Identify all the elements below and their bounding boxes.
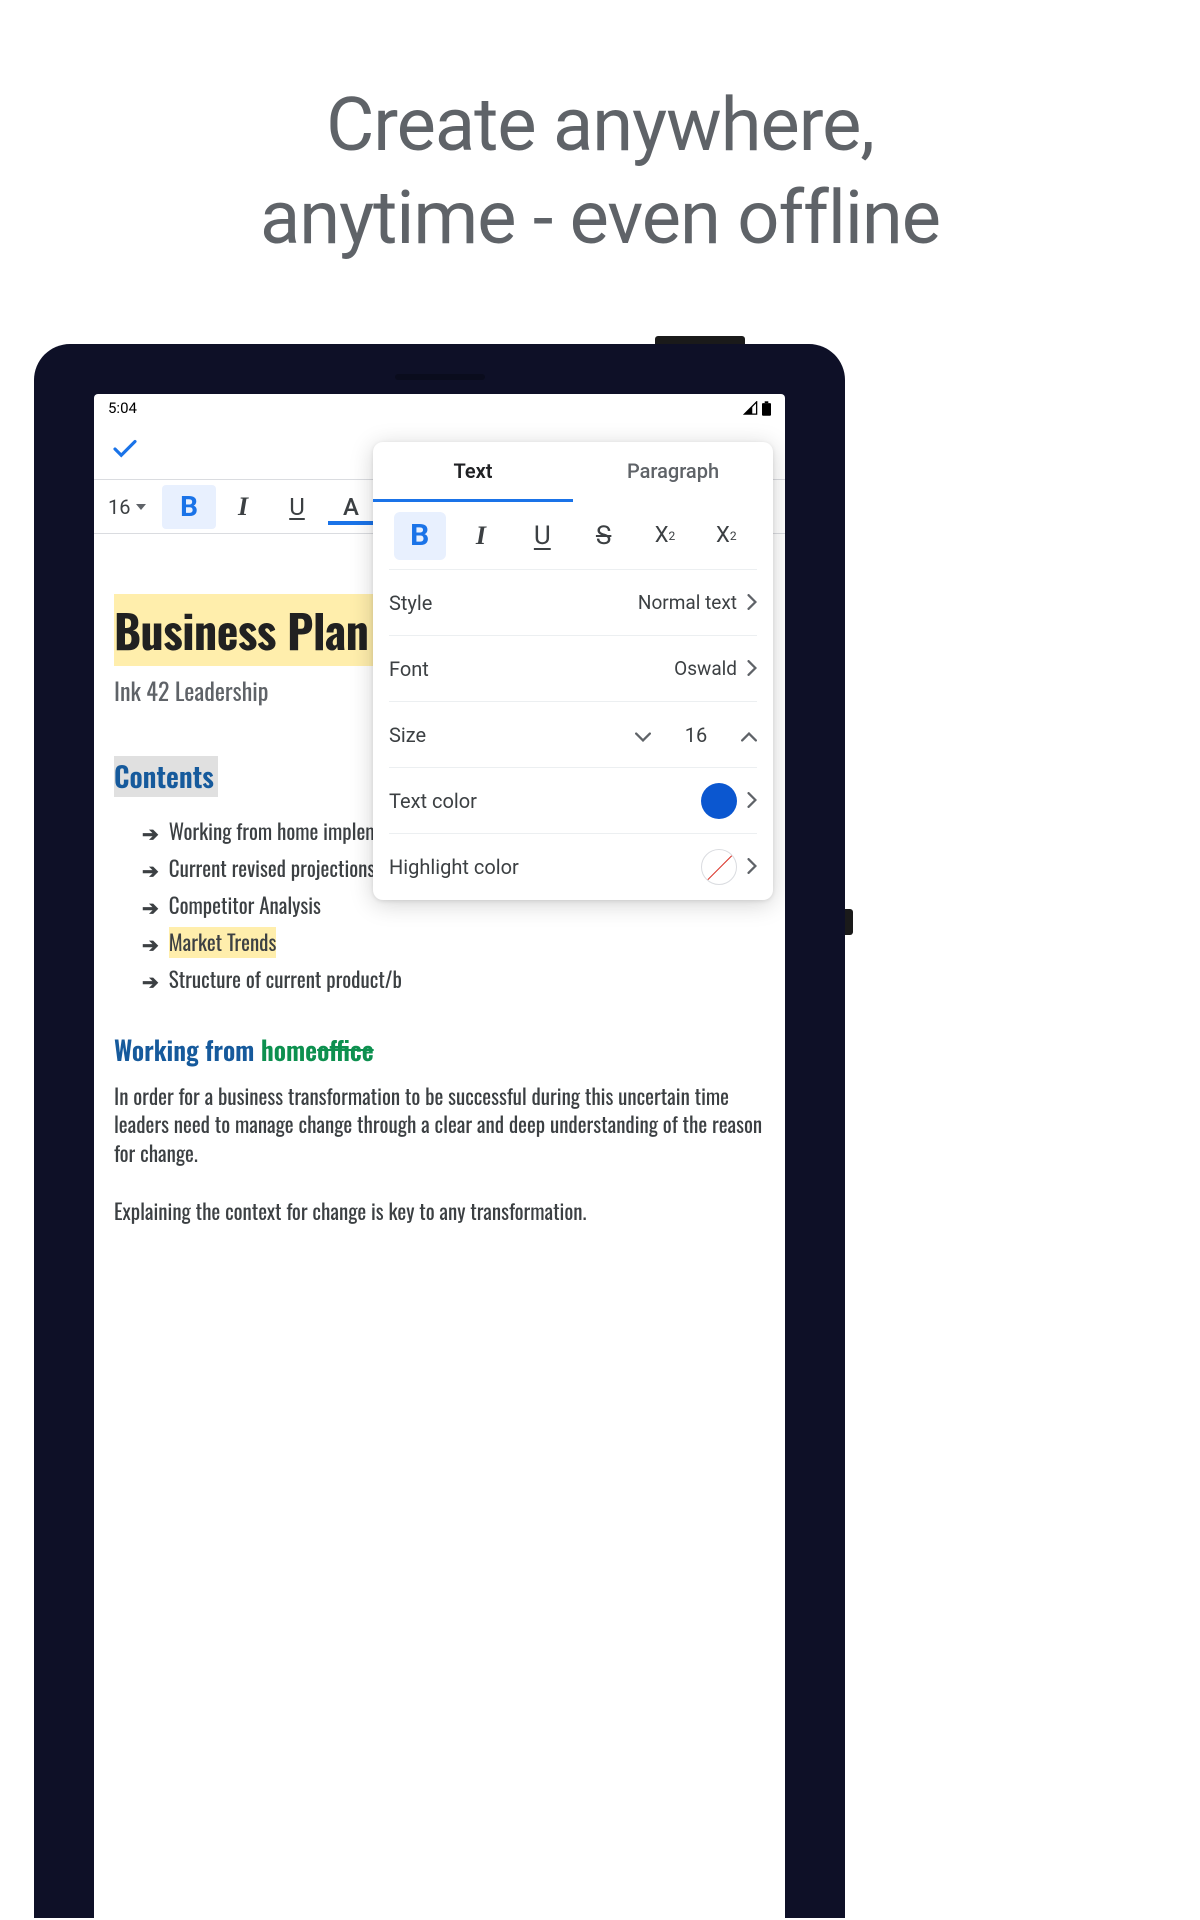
text-format-popup: Text Paragraph B I U S X2 X2 Style Norma… <box>373 442 773 900</box>
device-notch <box>395 374 485 380</box>
popup-bold-button[interactable]: B <box>394 512 446 560</box>
headline-line1: Create anywhere, <box>326 82 874 169</box>
section-heading-home: home <box>261 1030 317 1069</box>
status-icons <box>743 401 771 416</box>
size-row: Size 16 <box>389 702 757 768</box>
contents-heading[interactable]: Contents <box>114 756 218 797</box>
status-bar: 5:04 <box>94 394 785 422</box>
font-label: Font <box>389 657 429 681</box>
signal-icon <box>743 401 758 415</box>
list-item-label: Working from home implemen <box>169 816 398 847</box>
popup-subscript-button[interactable]: X2 <box>700 512 752 560</box>
popup-italic-button[interactable]: I <box>455 512 507 560</box>
screen: 5:04 16 B I U A Business Plan Ink 42 Lea… <box>94 394 785 1918</box>
list-item-label: Structure of current product/b <box>169 964 402 995</box>
style-label: Style <box>389 591 432 615</box>
arrow-icon: ➔ <box>142 891 159 921</box>
highlight-color-label: Highlight color <box>389 855 519 879</box>
size-value: 16 <box>681 723 711 747</box>
highlight-color-row[interactable]: Highlight color <box>389 834 757 900</box>
size-decrease-button[interactable] <box>635 723 651 747</box>
highlight-color-swatch <box>701 849 737 885</box>
arrow-icon: ➔ <box>142 928 159 958</box>
text-color-row[interactable]: Text color <box>389 768 757 834</box>
font-size-selector[interactable]: 16 <box>104 495 162 519</box>
size-label: Size <box>389 723 426 747</box>
font-size-value: 16 <box>108 495 130 519</box>
arrow-icon: ➔ <box>142 854 159 884</box>
status-time: 5:04 <box>108 399 137 417</box>
device-side-button <box>845 909 853 935</box>
list-item-label: Market Trends <box>169 927 277 958</box>
popup-superscript-button[interactable]: X2 <box>639 512 691 560</box>
headline-line2: anytime - even offline <box>260 175 940 262</box>
popup-format-row: B I U S X2 X2 <box>389 502 757 570</box>
chevron-up-icon <box>741 732 757 742</box>
list-item[interactable]: ➔ Market Trends <box>114 924 765 961</box>
section-heading-strike: office <box>317 1030 374 1069</box>
chevron-down-icon <box>635 732 651 742</box>
marketing-headline: Create anywhere, anytime - even offline <box>0 0 1200 265</box>
chevron-right-icon <box>747 657 757 681</box>
body-paragraph-1[interactable]: In order for a business transformation t… <box>114 1083 765 1168</box>
arrow-icon: ➔ <box>142 817 159 847</box>
battery-icon <box>762 401 771 416</box>
bold-button[interactable]: B <box>162 485 216 529</box>
device-top-button <box>655 336 745 344</box>
chevron-right-icon <box>747 789 757 813</box>
text-color-swatch <box>701 783 737 819</box>
popup-strike-button[interactable]: S <box>578 512 630 560</box>
font-row[interactable]: Font Oswald <box>389 636 757 702</box>
arrow-icon: ➔ <box>142 965 159 995</box>
text-color-label: Text color <box>389 789 477 813</box>
chevron-right-icon <box>747 591 757 615</box>
section-heading[interactable]: Working from homeoffice <box>114 1030 765 1069</box>
caret-down-icon <box>136 504 146 510</box>
italic-button[interactable]: I <box>216 485 270 529</box>
font-value: Oswald <box>674 657 737 680</box>
confirm-button[interactable] <box>110 434 140 468</box>
body-paragraph-2[interactable]: Explaining the context for change is key… <box>114 1198 765 1226</box>
section-heading-prefix: Working from <box>114 1030 261 1069</box>
tab-paragraph[interactable]: Paragraph <box>573 442 773 502</box>
list-item-label: Current revised projections <box>169 853 376 884</box>
tab-text[interactable]: Text <box>373 442 573 502</box>
popup-underline-button[interactable]: U <box>516 512 568 560</box>
doc-title[interactable]: Business Plan <box>114 594 375 666</box>
style-row[interactable]: Style Normal text <box>389 570 757 636</box>
list-item-label: Competitor Analysis <box>169 890 321 921</box>
size-increase-button[interactable] <box>741 723 757 747</box>
popup-tabs: Text Paragraph <box>373 442 773 502</box>
text-color-button[interactable]: A <box>324 485 378 529</box>
check-icon <box>110 434 140 464</box>
underline-button[interactable]: U <box>270 485 324 529</box>
style-value: Normal text <box>638 591 737 614</box>
tablet-frame: 5:04 16 B I U A Business Plan Ink 42 Lea… <box>34 344 845 1918</box>
chevron-right-icon <box>747 855 757 879</box>
list-item[interactable]: ➔ Structure of current product/b <box>114 961 765 998</box>
